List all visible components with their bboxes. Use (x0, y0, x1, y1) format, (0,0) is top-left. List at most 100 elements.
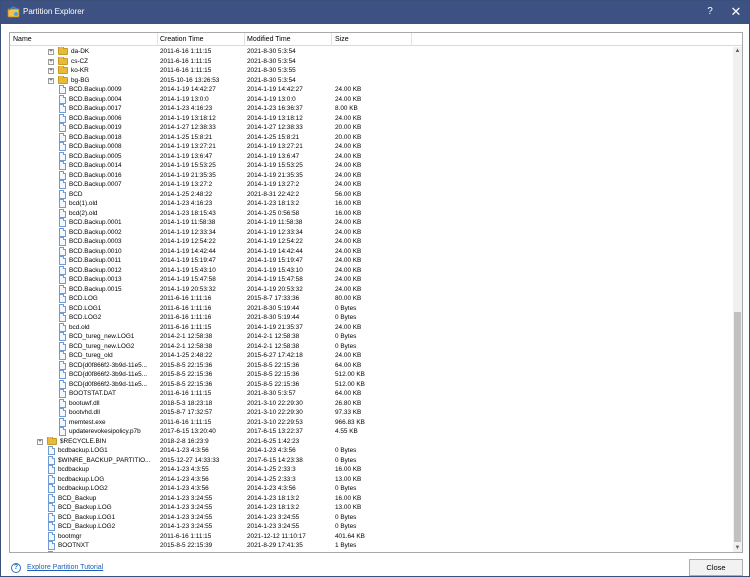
expand-icon[interactable]: + (48, 49, 54, 55)
expand-icon[interactable]: + (48, 68, 54, 74)
file-row[interactable]: bootvhd.dll 2015-8-7 17:32:57 2021-3-10 22… (10, 408, 732, 418)
file-row[interactable]: BCD.Backup.0014 2014-1-19 15:53:25 2014-1-… (10, 161, 732, 171)
item-name: BOOTSTAT.DAT (69, 390, 116, 397)
item-name: ko-KR (71, 67, 89, 74)
file-row[interactable]: BCD.Backup.0010 2014-1-19 14:42:44 2014-1-… (10, 246, 732, 257)
file-row[interactable]: bcd(1).old 2014-1-23 4:16:23 2014-1-23 18:… (10, 199, 732, 209)
size-cell: 24.00 KB (335, 162, 362, 169)
expand-icon[interactable]: + (48, 58, 54, 65)
modified-time-cell: 2021-8-31 22:42:2 (247, 190, 300, 198)
file-row[interactable]: BCD.Backup.0018 2014-1-25 15:8:21 2014-1-2… (10, 132, 732, 143)
file-row[interactable]: BCD_Backup.LOG 2014-1-23 3:24:55 2014-1-23… (10, 503, 732, 513)
file-row[interactable]: BCD{d0f866f2-3b9d-11e5... 2015-8-5 22:15:… (10, 370, 732, 380)
file-icon (59, 104, 66, 113)
file-row[interactable]: BCD 2014-1-25 2:48:22 2021-8-31 22:42:2 56.… (10, 189, 732, 200)
vertical-scrollbar[interactable]: ▲ ▼ (733, 47, 742, 552)
file-row[interactable]: BCD.LOG 2011-6-16 1:11:16 2015-8-7 17:33:3… (10, 294, 732, 304)
name-cell: bootmgr (10, 531, 158, 542)
folder-row[interactable]: + $RECYCLE.BIN 2018-2-8 16:23:9 2021-6-25 1… (10, 436, 732, 447)
file-row[interactable]: BCD.Backup.0004 2014-1-19 13:0:0 2014-1-19… (10, 94, 732, 105)
name-cell: BCD.Backup.0006 (10, 113, 158, 124)
modified-time-cell: 2014-1-25 0:56:58 (247, 209, 300, 217)
file-row[interactable]: bcd(2).old 2014-1-23 18:15:43 2014-1-25 0:… (10, 208, 732, 219)
column-header-size[interactable]: Size (332, 33, 412, 46)
expand-icon[interactable]: + (37, 438, 43, 445)
file-row[interactable]: BCD{d0f866f2-3b9d-11e5... 2015-8-5 22:15:… (10, 360, 732, 371)
scroll-down-icon[interactable]: ▼ (733, 544, 742, 552)
file-row[interactable]: BCD.Backup.0006 2014-1-19 13:18:12 2014-1-… (10, 113, 732, 124)
file-row[interactable]: bootuwf.dll 2018-5-3 18:23:18 2021-3-10 22… (10, 398, 732, 409)
modified-time-cell: 2014-1-19 21:35:37 (247, 323, 303, 331)
file-row[interactable]: BCD.Backup.0002 2014-1-19 12:33:34 2014-1-… (10, 227, 732, 238)
folder-icon (58, 66, 68, 74)
file-row[interactable]: bootmgr 2011-6-16 1:11:15 2021-12-12 11:10… (10, 531, 732, 542)
creation-time-cell: 2014-1-19 15:47:58 (160, 276, 216, 283)
modified-time-cell: 2015-8-5 22:15:36 (247, 361, 300, 369)
folder-row[interactable]: + cs-CZ 2011-6-16 1:11:15 2021-8-30 5:3:54 (10, 56, 732, 67)
file-row[interactable]: updaterevokesipolicy.p7b 2017-6-15 13:20:… (10, 427, 732, 437)
file-row[interactable]: bcd.old 2011-6-16 1:11:15 2014-1-19 21:35:… (10, 322, 732, 333)
close-button[interactable]: Close (689, 559, 743, 576)
file-row[interactable]: BCD_Backup.LOG2 2014-1-23 3:24:55 2014-1-2… (10, 522, 732, 532)
file-row[interactable]: BCD.Backup.0003 2014-1-19 12:54:22 2014-1-… (10, 237, 732, 247)
name-cell: BCD.LOG2 (10, 313, 158, 323)
size-cell: 24.00 KB (335, 247, 362, 255)
folder-row[interactable]: + da-DK 2011-6-16 1:11:15 2021-8-30 5:3:54 (10, 47, 732, 57)
item-name: bcdbackup (58, 466, 89, 473)
file-row[interactable]: BCD_tureg_old 2014-1-25 2:48:22 2015-6-27 … (10, 351, 732, 361)
scroll-up-icon[interactable]: ▲ (733, 47, 742, 56)
file-row[interactable]: BCD.Backup.0005 2014-1-19 13:6:47 2014-1-1… (10, 151, 732, 162)
item-name: updaterevokesipolicy.p7b (69, 428, 141, 435)
column-header-name[interactable]: Name (10, 33, 158, 46)
column-header-creation-time[interactable]: Creation Time (157, 33, 245, 46)
window-close-button[interactable]: ✕ (729, 5, 743, 19)
item-name: bg-BG (71, 76, 90, 84)
folder-row[interactable]: + ko-KR 2011-6-16 1:11:15 2021-8-30 5:3:55 (10, 66, 732, 76)
file-row[interactable]: BCD.Backup.0016 2014-1-19 21:35:35 2014-1-… (10, 170, 732, 181)
file-row[interactable]: bcdbackup.LOG2 2014-1-23 4:3:56 2014-1-23 … (10, 484, 732, 494)
file-row[interactable]: memtest.exe 2011-6-16 1:11:15 2021-3-10 22… (10, 417, 732, 428)
file-row[interactable]: BCD.Backup.0015 2014-1-19 20:53:32 2014-1-… (10, 284, 732, 295)
file-row[interactable]: BCD_Backup 2014-1-23 3:24:55 2014-1-23 18:… (10, 493, 732, 504)
scrollbar-thumb[interactable] (734, 312, 741, 542)
folder-row[interactable]: + bg-BG 2015-10-16 13:26:53 2021-8-30 5:3:5… (10, 75, 732, 86)
file-row[interactable]: BOOTNXT 2015-8-5 22:15:39 2021-8-29 17:41:… (10, 541, 732, 551)
name-cell: BCD.Backup.0015 (10, 284, 158, 295)
file-row[interactable]: $WINRE_BACKUP_PARTITIO... 2015-12-27 14:3… (10, 455, 732, 466)
name-cell: BCD_Backup.LOG2 (10, 522, 158, 532)
column-header-modified-time[interactable]: Modified Time (244, 33, 332, 46)
file-row[interactable]: BCD.Backup.0009 2014-1-19 14:42:27 2014-1-… (10, 85, 732, 95)
file-row[interactable]: bcdbackup 2014-1-23 4:3:55 2014-1-25 2:33:… (10, 465, 732, 475)
expand-icon[interactable]: + (48, 77, 54, 84)
file-row[interactable]: BCD_tureg_new.LOG2 2014-2-1 12:58:38 2014-… (10, 341, 732, 352)
question-circle-icon[interactable]: ? (11, 563, 21, 573)
file-row[interactable]: BCD{d0f866f2-3b9d-11e5... 2015-8-5 22:15:… (10, 379, 732, 390)
file-row[interactable]: BCD_Backup.LOG1 2014-1-23 3:24:55 2014-1-2… (10, 512, 732, 523)
file-row[interactable]: BCD.LOG1 2011-6-16 1:11:16 2021-8-30 5:19:… (10, 303, 732, 314)
file-row[interactable]: bcdbackup.LOG1 2014-1-23 4:3:56 2014-1-23 … (10, 446, 732, 456)
size-cell: 13.00 KB (335, 475, 362, 483)
file-row[interactable]: BCD_tureg_new.LOG1 2014-2-1 12:58:38 2014-… (10, 332, 732, 342)
file-row[interactable]: BCD.Backup.0013 2014-1-19 15:47:58 2014-1-… (10, 275, 732, 285)
help-button[interactable]: ? (703, 5, 717, 19)
file-row[interactable]: BCD.LOG2 2011-6-16 1:11:16 2021-8-30 5:19:… (10, 313, 732, 323)
name-cell: BCD.Backup.0012 (10, 265, 158, 276)
file-row[interactable]: BCD.Backup.0001 2014-1-19 11:58:38 2014-1-… (10, 218, 732, 228)
file-row[interactable]: BCD.Backup.0011 2014-1-19 15:19:47 2014-1-… (10, 256, 732, 266)
file-row[interactable]: BOOTSTAT.DAT 2011-6-16 1:11:15 2021-8-30 5… (10, 389, 732, 399)
file-icon (59, 351, 66, 360)
file-row[interactable]: BCD.Backup.0019 2014-1-27 12:38:33 2014-1-… (10, 123, 732, 133)
file-row[interactable]: BCD.Backup.0008 2014-1-19 13:27:21 2014-1-… (10, 142, 732, 152)
file-row[interactable]: BCD.Backup.0012 2014-1-19 15:43:10 2014-1-… (10, 265, 732, 276)
file-row[interactable]: bcdbackup.LOG 2014-1-23 4:3:56 2014-1-25 2… (10, 474, 732, 485)
creation-time-cell: 2014-2-1 12:58:38 (160, 342, 213, 350)
size-cell: 24.00 KB (335, 95, 362, 103)
title-bar: Partition Explorer ? ✕ (1, 1, 749, 24)
creation-time-cell: 2014-1-23 4:3:56 (160, 447, 209, 454)
modified-time-cell: 2014-1-19 11:58:38 (247, 219, 303, 226)
modified-time-cell: 2014-1-19 13:6:47 (247, 152, 300, 160)
file-row[interactable]: BOOTSECT.BAK 2015-8-5 22:15:402021-8-30 1… (10, 550, 732, 552)
file-row[interactable]: BCD.Backup.0017 2014-1-23 4:16:23 2014-1-2… (10, 104, 732, 114)
explore-tutorial-link[interactable]: Explore Partition Tutorial (27, 564, 103, 571)
file-row[interactable]: BCD.Backup.0007 2014-1-19 13:27:2 2014-1-1… (10, 180, 732, 190)
